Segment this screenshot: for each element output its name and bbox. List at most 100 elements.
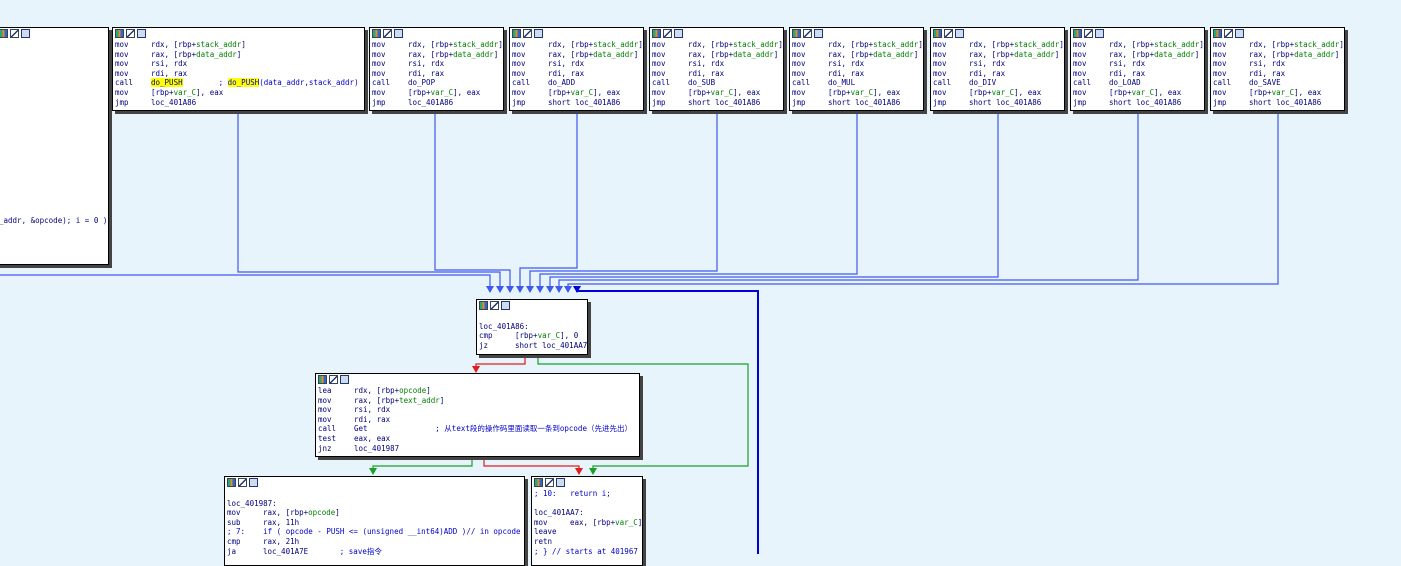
code-block-loc401a86[interactable]: loc_401A86: cmp [rbp+var_C], 0 jz short loc_… [476, 299, 588, 355]
edit-node-icon[interactable] [490, 301, 499, 310]
code-block-save[interactable]: mov rdx, [rbp+stack_addr] mov rax, [rbp+dat… [1210, 27, 1345, 111]
edit-node-icon[interactable] [663, 29, 672, 38]
code-block-sub[interactable]: mov rdx, [rbp+stack_addr] mov rax, [rbp+dat… [649, 27, 784, 111]
code-block-load[interactable]: mov rdx, [rbp+stack_addr] mov rax, [rbp+dat… [1070, 27, 1205, 111]
graph-overview-icon[interactable] [318, 375, 327, 384]
node-body: loc_401987: mov rax, [rbp+opcode] sub rax, 1… [225, 489, 524, 556]
operand: eax, eax [354, 433, 391, 443]
graph-overview-icon[interactable] [115, 29, 124, 38]
edit-node-icon[interactable] [803, 29, 812, 38]
rename-node-icon[interactable] [137, 29, 146, 38]
edit-node-icon[interactable] [944, 29, 953, 38]
code-block-get[interactable]: lea rdx, [rbp+opcode] mov rax, [rbp+text_ad… [315, 373, 640, 457]
node-titlebar [370, 28, 503, 40]
operand-tail: ] [773, 49, 779, 59]
code-block-mul[interactable]: mov rdx, [rbp+stack_addr] mov rax, [rbp+dat… [789, 27, 924, 111]
rename-node-icon[interactable] [814, 29, 823, 38]
edge-get-true [372, 456, 473, 474]
operand-tail: ], eax [593, 87, 621, 97]
stack-variable: var_C [570, 87, 594, 97]
rename-node-icon[interactable] [501, 301, 510, 310]
rename-node-icon[interactable] [534, 29, 543, 38]
call-target-highlight: do_PUSH [151, 78, 183, 88]
code-block-add[interactable]: mov rdx, [rbp+stack_addr] mov rax, [rbp+dat… [509, 27, 644, 111]
rename-node-icon[interactable] [955, 29, 964, 38]
code-comment: ; } // starts at 401967 [534, 546, 638, 556]
graph-overview-icon[interactable] [792, 29, 801, 38]
mnemonic: mov [652, 68, 666, 78]
graph-overview-icon[interactable] [479, 301, 488, 310]
operand: rsi, rdx [1249, 59, 1286, 69]
edit-node-icon[interactable] [126, 29, 135, 38]
code-line: mov rdi, rax [1073, 69, 1202, 79]
graph-overview-icon[interactable] [652, 29, 661, 38]
code-block-partial[interactable]: _addr, &opcode); i = 0 ) [0, 27, 109, 265]
operand: rax, [rbp+ [828, 49, 874, 59]
graph-overview-icon[interactable] [1213, 29, 1222, 38]
code-line: call do_MUL [792, 78, 921, 88]
edge-sub-to-loc401a86 [529, 110, 718, 292]
code-block-return[interactable]: ; 10: return i; loc_401AA7: mov eax, [rbp+v… [531, 476, 643, 566]
edit-node-icon[interactable] [10, 29, 19, 38]
code-block-div[interactable]: mov rdx, [rbp+stack_addr] mov rax, [rbp+dat… [930, 27, 1065, 111]
code-block-push[interactable]: mov rdx, [rbp+stack_addr] mov rax, [rbp+dat… [112, 27, 365, 111]
graph-overview-icon[interactable] [933, 29, 942, 38]
code-comment: ; 7: if ( opcode - PUSH <= (unsigned __i… [227, 527, 521, 537]
mnemonic: mov [512, 68, 526, 78]
code-line: ; } // starts at 401967 [534, 547, 640, 557]
graph-overview-icon[interactable] [1073, 29, 1082, 38]
edit-node-icon[interactable] [238, 478, 247, 487]
operand: loc_401A86 [151, 97, 197, 107]
mnemonic: mov [1073, 59, 1087, 69]
code-comment: ; do_PUSH(data_addr,stack_addr) [218, 78, 359, 88]
operand: rdi, rax [151, 68, 188, 78]
operand-tail: ] [778, 40, 783, 49]
rename-node-icon[interactable] [1095, 29, 1104, 38]
graph-overview-icon[interactable] [534, 478, 543, 487]
mnemonic: cmp [227, 536, 241, 546]
graph-overview-icon[interactable] [0, 29, 8, 38]
edit-node-icon[interactable] [329, 375, 338, 384]
graph-overview-icon[interactable] [372, 29, 381, 38]
operand: rdi, rax [969, 68, 1006, 78]
edit-node-icon[interactable] [1224, 29, 1233, 38]
graph-overview-icon[interactable] [227, 478, 236, 487]
operand-tail: ] [1339, 40, 1344, 49]
graph-overview-icon[interactable] [512, 29, 521, 38]
rename-node-icon[interactable] [674, 29, 683, 38]
code-line: mov rax, [rbp+data_addr] [115, 50, 362, 60]
mnemonic: mov [652, 40, 666, 49]
rename-node-icon[interactable] [249, 478, 258, 487]
arrow-5 [526, 286, 534, 293]
edit-node-icon[interactable] [383, 29, 392, 38]
node-titlebar [650, 28, 783, 40]
rename-node-icon[interactable] [556, 478, 565, 487]
node-body: mov rdx, [rbp+stack_addr] mov rax, [rbp+dat… [650, 40, 783, 107]
mnemonic: mov [652, 49, 666, 59]
stack-variable: opcode [308, 508, 336, 518]
mnemonic: jmp [652, 97, 666, 107]
edit-node-icon[interactable] [523, 29, 532, 38]
node-titlebar [931, 28, 1064, 40]
code-comment: ; 10: return i; [534, 489, 611, 498]
operand-tail: ] [913, 49, 919, 59]
operand: do_DIV [969, 78, 997, 88]
rename-node-icon[interactable] [340, 375, 349, 384]
code-line: mov [rbp+var_C], eax [372, 88, 501, 98]
rename-node-icon[interactable] [1235, 29, 1244, 38]
operand: Get [354, 424, 368, 434]
code-block-loc401987[interactable]: loc_401987: mov rax, [rbp+opcode] sub rax, 1… [224, 476, 525, 566]
stack-variable: data_addr [593, 49, 634, 59]
code-block-pop[interactable]: mov rdx, [rbp+stack_addr] mov rax, [rbp+dat… [369, 27, 504, 111]
operand: rdi, rax [548, 68, 585, 78]
rename-node-icon[interactable] [21, 29, 30, 38]
code-line: mov rax, [rbp+data_addr] [512, 50, 641, 60]
code-line: jz short loc_401AA7 [479, 341, 587, 351]
code-line: mov rdi, rax [933, 69, 1062, 79]
code-line: mov rdi, rax [318, 415, 637, 425]
edit-node-icon[interactable] [545, 478, 554, 487]
edit-node-icon[interactable] [1084, 29, 1093, 38]
code-line: mov rax, [rbp+data_addr] [933, 50, 1062, 60]
rename-node-icon[interactable] [394, 29, 403, 38]
